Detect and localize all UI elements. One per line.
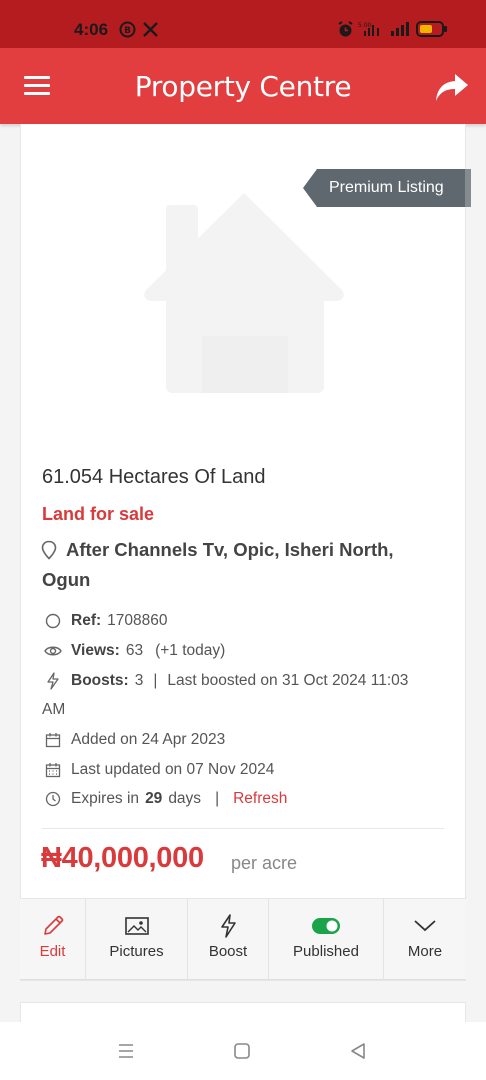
svg-text:5.00: 5.00 (358, 22, 372, 29)
pictures-button[interactable]: Pictures (86, 899, 188, 980)
location-pin-icon (41, 540, 57, 560)
expires-row: Expires in 29 days | Refresh (44, 789, 287, 809)
calendar-grid-icon (44, 761, 62, 779)
last-boosted: Last boosted on 31 Oct 2024 11:03 (167, 672, 409, 689)
status-bar: 4:06 B 5.00 (0, 0, 486, 48)
listing-type: Land for sale (42, 504, 155, 524)
toggle-on-icon (311, 913, 341, 939)
image-icon (124, 913, 150, 939)
updated-row: Last updated on 07 Nov 2024 (44, 760, 274, 780)
separator: | (153, 672, 158, 689)
boost-label: Boost (208, 943, 248, 960)
edit-button[interactable]: Edit (20, 899, 86, 980)
house-placeholder-icon (140, 190, 350, 400)
clock-icon (44, 790, 62, 808)
more-label: More (407, 943, 443, 960)
last-boosted-continued: AM (42, 701, 66, 718)
chevron-down-icon (412, 913, 438, 939)
views-value: 63 (125, 642, 144, 659)
pencil-icon (40, 913, 66, 939)
added-row: Added on 24 Apr 2023 (44, 730, 225, 750)
system-nav-bar (0, 1022, 486, 1080)
ref-row: Ref: 1708860 (44, 611, 167, 631)
eye-icon (44, 642, 62, 660)
boost-button[interactable]: Boost (188, 899, 269, 980)
edit-label: Edit (39, 943, 66, 960)
divider (42, 828, 444, 829)
action-bar: Edit Pictures Boost Published More (20, 898, 466, 980)
alarm-icon (336, 20, 354, 38)
boosts-value: 3 (134, 672, 144, 689)
status-time: 4:06 (74, 20, 109, 39)
x-icon (142, 20, 158, 38)
app-title: Property Centre (134, 70, 352, 103)
views-label: Views: (71, 642, 120, 659)
listing-title[interactable]: 61.054 Hectares Of Land (42, 466, 265, 489)
boosts-row: Boosts: 3 | Last boosted on 31 Oct 2024 … (44, 671, 408, 691)
circle-icon (44, 612, 62, 630)
expires-prefix: Expires in (71, 790, 140, 807)
price: ₦40,000,000 (41, 842, 204, 874)
ref-value: 1708860 (107, 612, 168, 629)
views-row: Views: 63 (+1 today) (44, 641, 225, 661)
published-toggle[interactable]: Published (269, 899, 384, 980)
back-icon[interactable] (347, 1040, 369, 1062)
pictures-label: Pictures (109, 943, 164, 960)
battery-icon (416, 20, 448, 38)
recent-apps-icon[interactable] (115, 1040, 137, 1062)
next-listing-card (20, 1002, 466, 1022)
signal-icon (390, 20, 412, 38)
app-bar: Property Centre (0, 48, 486, 124)
share-icon[interactable] (434, 72, 470, 104)
lightning-icon (44, 672, 62, 690)
calendar-icon (44, 731, 62, 749)
added-date: Added on 24 Apr 2023 (71, 731, 226, 748)
whatsapp-business-icon: B (118, 20, 136, 38)
svg-text:B: B (124, 26, 131, 36)
expires-days: 29 (145, 790, 163, 807)
published-label: Published (293, 943, 359, 960)
views-today: (+1 today) (155, 642, 226, 659)
separator: | (215, 790, 220, 807)
price-unit: per acre (231, 853, 298, 873)
home-icon[interactable] (231, 1040, 253, 1062)
wifi-icon: 5.00 (358, 20, 382, 38)
updated-date: Last updated on 07 Nov 2024 (71, 761, 275, 778)
refresh-link[interactable]: Refresh (233, 790, 287, 808)
ref-label: Ref: (71, 612, 102, 629)
expires-suffix: days (168, 790, 202, 807)
location-text: After Channels Tv, Opic, Isheri North, (66, 539, 394, 560)
lightning-icon (215, 913, 241, 939)
boosts-label: Boosts: (71, 672, 129, 689)
location-text-continued: Ogun (42, 569, 91, 590)
more-button[interactable]: More (384, 899, 466, 980)
